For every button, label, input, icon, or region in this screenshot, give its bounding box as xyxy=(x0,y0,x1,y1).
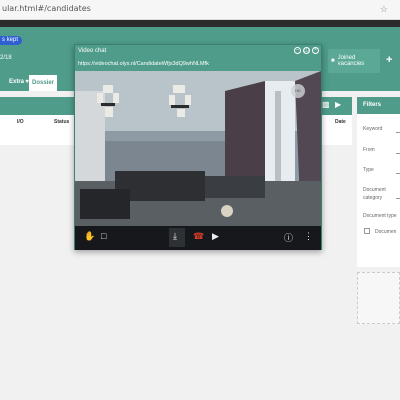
video-chat-title: Video chat xyxy=(78,48,107,54)
more-icon[interactable]: ⋮ xyxy=(304,231,313,242)
filter-document-label: Documen xyxy=(375,229,397,235)
room-scene-image xyxy=(75,71,321,226)
camera-icon[interactable]: ▶ xyxy=(212,231,219,242)
briefcase-icon: ■ xyxy=(331,58,335,64)
filter-document-checkbox[interactable] xyxy=(364,228,370,234)
filter-doccat-label-2: category xyxy=(363,195,383,201)
restore-icon[interactable]: ◫ xyxy=(303,47,310,54)
hangup-icon[interactable]: ☎ xyxy=(193,231,204,242)
filters-panel xyxy=(357,97,400,267)
video-icon[interactable]: ▶ xyxy=(335,100,341,109)
browser-strip xyxy=(0,20,400,27)
header-date: 2/18 xyxy=(0,55,12,61)
info-icon[interactable]: ⓘ xyxy=(284,231,293,244)
comments-icon[interactable]: ▩ xyxy=(322,100,330,109)
filter-doctype-label: Document type xyxy=(363,213,397,219)
status-pill[interactable]: s kept xyxy=(0,36,23,45)
tab-extra[interactable]: Extra ▾ xyxy=(6,76,32,89)
close-icon[interactable]: × xyxy=(312,47,319,54)
mic-off-icon[interactable]: ⤓ xyxy=(173,231,177,242)
filter-keyword-input[interactable] xyxy=(396,124,400,133)
chat-icon[interactable]: □ xyxy=(101,231,106,241)
column-date[interactable]: Date xyxy=(335,119,346,125)
address-bar[interactable]: ular.html#/candidates ☆ xyxy=(0,0,400,20)
filter-doccat-select[interactable] xyxy=(396,190,400,199)
filter-type-label: Type xyxy=(363,167,374,173)
filter-from-label: From xyxy=(363,147,375,153)
joined-vacancies-label: Joined vacancies xyxy=(337,55,365,67)
video-feed xyxy=(75,71,321,226)
tab-dossier[interactable]: Dossier xyxy=(29,75,58,91)
column-io[interactable]: I/O xyxy=(17,119,24,125)
filter-from-input[interactable] xyxy=(396,145,400,154)
self-view-avatar[interactable]: HD xyxy=(291,84,305,98)
drop-zone[interactable] xyxy=(357,272,400,324)
add-button[interactable]: + xyxy=(386,54,392,66)
filters-title: Filters xyxy=(357,97,400,114)
filter-type-select[interactable] xyxy=(396,165,400,174)
url-text: ular.html#/candidates xyxy=(2,4,91,13)
bookmark-star-icon[interactable]: ☆ xyxy=(380,4,388,15)
minimize-icon[interactable]: – xyxy=(294,47,301,54)
joined-vacancies-button[interactable]: ■ Joined vacancies xyxy=(328,49,380,73)
filter-keyword-label: Keyword xyxy=(363,126,383,132)
column-status[interactable]: Status xyxy=(54,119,69,125)
hand-icon[interactable]: ✋ xyxy=(84,231,95,242)
video-chat-url[interactable]: https://videochat.olys.nl/CandidateWfjs3… xyxy=(78,61,209,67)
filter-doccat-label: Document xyxy=(363,187,386,193)
mute-button[interactable] xyxy=(169,228,185,247)
